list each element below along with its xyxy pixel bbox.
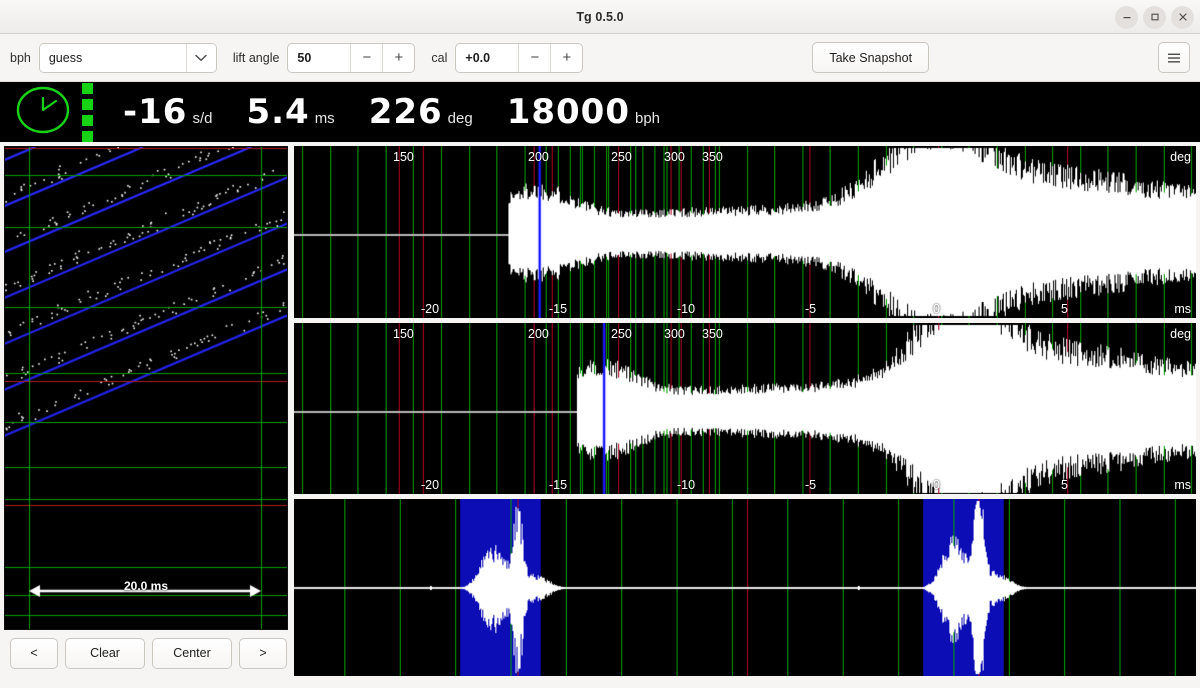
waveform-middle-ms-tick-3: -5	[805, 478, 817, 493]
minimize-icon	[1123, 17, 1130, 19]
metric-rate: -16 s/d	[123, 95, 212, 129]
waveform-top-deg-tick-0: 150	[393, 150, 414, 164]
lift-angle-spinner[interactable]: 50 − +	[287, 42, 416, 73]
hamburger-menu-icon	[1168, 53, 1181, 62]
maximize-icon	[1150, 13, 1159, 21]
waveform-middle-ms-tick-4: 0	[933, 478, 940, 493]
waveform-middle-deg-unit: deg	[1170, 326, 1191, 341]
scroll-right-button[interactable]: >	[239, 637, 287, 669]
clear-button[interactable]: Clear	[65, 637, 145, 669]
bph-dropdown-button[interactable]	[185, 43, 216, 72]
scroll-left-button[interactable]: <	[10, 637, 58, 669]
measurement-readout: -16 s/d 5.4 ms 226 deg 18000 bph	[0, 82, 1200, 142]
tic-graph-scale-label: 20.0 ms	[123, 579, 169, 593]
waveform-panel-top[interactable]: deg ms 150 200 250 300 350 -20 -15 -10 -…	[294, 146, 1196, 318]
bph-value[interactable]: guess	[39, 43, 186, 72]
menu-button[interactable]	[1158, 42, 1191, 73]
bph-label: bph	[10, 50, 31, 65]
waveform-top-deg-tick-2: 250	[611, 150, 632, 164]
waveform-middle-ms-tick-1: -15	[549, 478, 568, 493]
window-controls	[1115, 0, 1194, 34]
tic-graph-canvas[interactable]	[5, 147, 287, 629]
waveform-top-deg-unit: deg	[1170, 150, 1191, 164]
beat-indicator	[82, 82, 93, 142]
cal-spinner[interactable]: +0.0 − +	[455, 42, 584, 73]
waveform-top-ms-tick-1: -15	[549, 301, 568, 316]
cal-value[interactable]: +0.0	[456, 44, 518, 72]
metric-amplitude-value: 226	[368, 92, 443, 132]
metric-beat-error-value: 5.4	[246, 92, 310, 132]
waveform-middle-ms-tick-0: -20	[421, 478, 440, 493]
waveform-middle-ms-tick-5: 5	[1061, 478, 1068, 493]
waveform-top-deg-tick-1: 200	[528, 150, 549, 164]
clock-icon	[14, 85, 72, 140]
waveform-top-ms-tick-3: -5	[805, 301, 817, 316]
metric-amplitude-unit: deg	[447, 110, 473, 127]
cal-label: cal	[431, 50, 448, 65]
waveform-panel-bottom[interactable]	[294, 499, 1196, 676]
waveform-column: deg ms 150 200 250 300 350 -20 -15 -10 -…	[294, 146, 1196, 676]
waveform-middle-deg-tick-1: 200	[528, 326, 549, 341]
waveform-bottom-canvas[interactable]	[294, 499, 1196, 676]
window-titlebar: Tg 0.5.0	[0, 0, 1200, 34]
bph-combobox[interactable]: guess	[38, 42, 217, 73]
metric-rate-unit: s/d	[192, 110, 213, 127]
take-snapshot-button[interactable]: Take Snapshot	[812, 42, 930, 73]
main-toolbar: bph guess lift angle 50 − + cal +0.0 − +…	[0, 34, 1200, 82]
metric-amplitude: 226 deg	[369, 95, 473, 129]
waveform-top-ms-unit: ms	[1174, 301, 1191, 316]
metric-bph: 18000 bph	[507, 95, 660, 129]
waveform-top-deg-tick-4: 350	[702, 150, 723, 164]
waveform-top-ms-tick-0: -20	[421, 301, 440, 316]
cal-decrement-button[interactable]: −	[518, 43, 551, 72]
waveform-top-canvas[interactable]	[294, 146, 1196, 318]
waveform-middle-ms-unit: ms	[1174, 478, 1191, 493]
metric-beat-error-unit: ms	[314, 110, 335, 127]
lift-angle-increment-button[interactable]: +	[382, 43, 415, 72]
maximize-button[interactable]	[1143, 5, 1166, 29]
waveform-top-deg-tick-3: 300	[664, 150, 685, 164]
center-button[interactable]: Center	[152, 637, 232, 669]
tic-graph-column: 20.0 ms < Clear Center >	[4, 146, 288, 676]
waveform-middle-deg-tick-2: 250	[611, 326, 632, 341]
waveform-top-ms-tick-5: 5	[1061, 301, 1068, 316]
tic-graph-buttons: < Clear Center >	[4, 630, 288, 676]
close-icon	[1178, 13, 1187, 21]
waveform-middle-deg-tick-3: 300	[664, 326, 685, 341]
window-title: Tg 0.5.0	[576, 9, 624, 24]
waveform-panel-middle[interactable]: deg ms 150 200 250 300 350 -20 -15 -10 -…	[294, 322, 1196, 495]
waveform-top-ms-tick-4: 0	[933, 301, 940, 316]
chevron-down-icon	[195, 54, 208, 61]
waveform-middle-deg-tick-0: 150	[393, 326, 414, 341]
waveform-middle-canvas[interactable]	[294, 322, 1196, 495]
waveform-middle-ms-tick-2: -10	[677, 478, 696, 493]
close-button[interactable]	[1171, 5, 1194, 29]
waveform-top-ms-tick-2: -10	[677, 301, 696, 316]
metric-bph-unit: bph	[635, 110, 661, 127]
tic-graph[interactable]: 20.0 ms	[4, 146, 288, 630]
main-content: 20.0 ms < Clear Center > deg ms 150 200 …	[0, 142, 1200, 676]
minimize-button[interactable]	[1115, 5, 1138, 29]
metric-rate-value: -16	[123, 92, 188, 132]
lift-angle-value[interactable]: 50	[288, 44, 350, 72]
metric-beat-error: 5.4 ms	[246, 95, 334, 129]
lift-angle-label: lift angle	[232, 50, 280, 65]
cal-increment-button[interactable]: +	[550, 43, 583, 72]
waveform-middle-deg-tick-4: 350	[702, 326, 723, 341]
metric-bph-value: 18000	[506, 92, 630, 132]
lift-angle-decrement-button[interactable]: −	[350, 43, 383, 72]
